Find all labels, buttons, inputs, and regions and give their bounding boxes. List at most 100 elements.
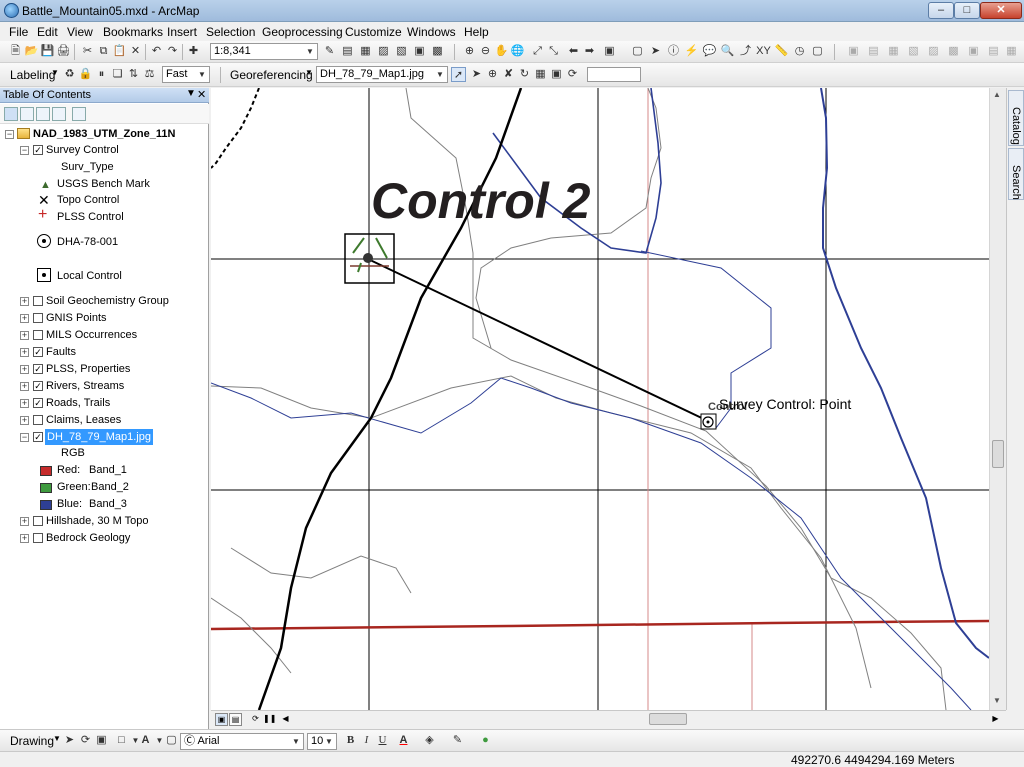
add-data-icon[interactable]: ✚ — [186, 44, 201, 59]
layer-checkbox[interactable] — [33, 313, 43, 323]
menu-help[interactable]: Help — [464, 25, 489, 39]
scroll-right-icon[interactable]: ▶ — [989, 713, 1002, 726]
chevron-down-icon[interactable]: ▼ — [196, 68, 208, 81]
map-scale-combo[interactable]: 1:8,341 ▼ — [210, 43, 318, 60]
fill-color-icon[interactable]: ◈ — [422, 733, 437, 748]
scroll-up-icon[interactable]: ▲ — [993, 90, 1001, 99]
select-features-icon[interactable]: ▣ — [602, 44, 617, 59]
scroll-thumb[interactable] — [992, 440, 1004, 468]
new-text-icon[interactable]: A — [138, 733, 153, 748]
arcmap-app-icon[interactable] — [4, 3, 19, 18]
chevron-down-icon[interactable]: ▼ — [304, 45, 316, 58]
delete-link-icon[interactable]: ✘ — [501, 67, 516, 82]
layer-hillshade[interactable]: Hillshade, 30 M Topo — [46, 513, 149, 529]
expand-icon[interactable]: + — [20, 517, 29, 526]
arcscene-icon[interactable]: ▤ — [986, 44, 1001, 59]
rotate-icon[interactable]: ⟳ — [565, 67, 580, 82]
layer-faults[interactable]: Faults — [46, 344, 76, 360]
pause-drawing-icon[interactable]: ❚❚ — [263, 713, 276, 726]
zoom-in-icon[interactable]: ⊕ — [462, 44, 477, 59]
menu-file[interactable]: File — [9, 25, 28, 39]
layer-roads-trails[interactable]: Roads, Trails — [46, 395, 110, 411]
expand-icon[interactable]: + — [20, 534, 29, 543]
layout-view-icon[interactable]: ▤ — [229, 713, 242, 726]
add-control-points-icon[interactable]: ➚ — [451, 67, 466, 82]
save-icon[interactable]: 💾 — [40, 44, 55, 59]
contrast-icon[interactable]: ▧ — [906, 44, 921, 59]
refresh-icon[interactable]: ⟳ — [249, 713, 262, 726]
arcglobe-icon[interactable]: ▦ — [1004, 44, 1019, 59]
html-popup-icon[interactable]: 💬 — [702, 44, 717, 59]
go-to-xy-icon[interactable]: XY — [756, 44, 771, 59]
swipe-icon[interactable]: ▤ — [866, 44, 881, 59]
menu-windows[interactable]: Windows — [407, 25, 456, 39]
georef-layer-combo[interactable]: DH_78_79_Map1.jpg ▼ — [316, 66, 448, 83]
layer-properties-icon[interactable]: ▣ — [966, 44, 981, 59]
lock-labels-icon[interactable]: 🔒 — [78, 67, 93, 82]
pause-labeling-icon[interactable]: ⏸ — [94, 67, 109, 82]
underline-button[interactable]: U — [375, 733, 390, 748]
labeling-menu[interactable]: Labeling — [10, 68, 55, 82]
delete-icon[interactable]: ✕ — [128, 44, 143, 59]
back-extent-icon[interactable]: ⬅ — [566, 44, 581, 59]
options-icon[interactable] — [72, 107, 86, 121]
label-manager-icon[interactable]: ♻ — [62, 67, 77, 82]
select-link-icon[interactable]: ➤ — [469, 67, 484, 82]
scroll-down-icon[interactable]: ▼ — [993, 696, 1001, 705]
font-combo[interactable]: Ⓒ Arial ▼ — [180, 733, 304, 750]
list-by-visibility-icon[interactable] — [36, 107, 50, 121]
chevron-down-icon[interactable]: ▼ — [290, 735, 302, 748]
minimize-button[interactable]: – — [928, 2, 954, 19]
layer-checkbox[interactable] — [33, 516, 43, 526]
survey-control-layer[interactable]: Survey Control — [46, 142, 119, 158]
map-canvas[interactable]: Control — [211, 88, 989, 710]
time-slider-icon[interactable]: ◷ — [792, 44, 807, 59]
forward-extent-icon[interactable]: ➡ — [582, 44, 597, 59]
measure-icon[interactable]: 📏 — [774, 44, 789, 59]
full-extent-icon[interactable]: 🌐 — [510, 44, 525, 59]
fixed-zoom-in-icon[interactable]: ⤢ — [530, 44, 545, 59]
expand-icon[interactable]: + — [20, 314, 29, 323]
chevron-down-icon[interactable]: ▼ — [434, 68, 446, 81]
symbol-label-plss[interactable]: PLSS Control — [57, 209, 124, 225]
survey-control-checkbox[interactable]: ✓ — [33, 145, 43, 155]
chevron-down-icon[interactable]: ▼ — [305, 68, 313, 77]
redo-icon[interactable]: ↷ — [165, 44, 180, 59]
layer-checkbox[interactable] — [33, 296, 43, 306]
layer-checkbox[interactable]: ✓ — [33, 398, 43, 408]
hyperlink-icon[interactable]: ⚡ — [684, 44, 699, 59]
layer-mils-occurrences[interactable]: MILS Occurrences — [46, 327, 137, 343]
pan-icon[interactable]: ✋ — [494, 44, 509, 59]
menu-edit[interactable]: Edit — [37, 25, 58, 39]
find-icon[interactable]: 🔍 — [720, 44, 735, 59]
collapse-icon[interactable]: − — [20, 433, 29, 442]
collapse-icon[interactable]: − — [20, 146, 29, 155]
expand-icon[interactable]: + — [20, 297, 29, 306]
python-window-icon[interactable]: ▣ — [412, 44, 427, 59]
menu-selection[interactable]: Selection — [206, 25, 255, 39]
data-frame-name[interactable]: NAD_1983_UTM_Zone_11N — [33, 126, 175, 142]
layer-gnis-points[interactable]: GNIS Points — [46, 310, 107, 326]
arctoolbox-icon[interactable]: ▧ — [394, 44, 409, 59]
viewer-icon[interactable]: ▣ — [549, 67, 564, 82]
menu-geoprocessing[interactable]: Geoprocessing — [262, 25, 343, 39]
label-quality-combo[interactable]: Fast ▼ — [162, 66, 210, 83]
chevron-down-icon[interactable]: ▼ — [323, 735, 335, 748]
rectangle-icon[interactable]: □ — [114, 733, 129, 748]
menu-bookmarks[interactable]: Bookmarks — [103, 25, 163, 39]
auto-registration-icon[interactable]: ↻ — [517, 67, 532, 82]
cut-icon[interactable]: ✂ — [80, 44, 95, 59]
select-elements-icon[interactable]: ➤ — [62, 733, 77, 748]
layer-checkbox[interactable] — [33, 415, 43, 425]
georeferencing-menu[interactable]: Georeferencing — [230, 68, 313, 82]
list-by-drawing-order-icon[interactable] — [4, 107, 18, 121]
menu-insert[interactable]: Insert — [167, 25, 197, 39]
effects-icon[interactable]: ▣ — [846, 44, 861, 59]
model-builder-icon[interactable]: ▩ — [430, 44, 445, 59]
label-priority-icon[interactable]: ⇅ — [126, 67, 141, 82]
chevron-down-icon[interactable]: ▼ — [51, 68, 59, 77]
drawing-menu[interactable]: Drawing — [10, 734, 54, 748]
expand-icon[interactable]: + — [20, 382, 29, 391]
collapse-icon[interactable]: − — [5, 130, 14, 139]
undo-icon[interactable]: ↶ — [149, 44, 164, 59]
